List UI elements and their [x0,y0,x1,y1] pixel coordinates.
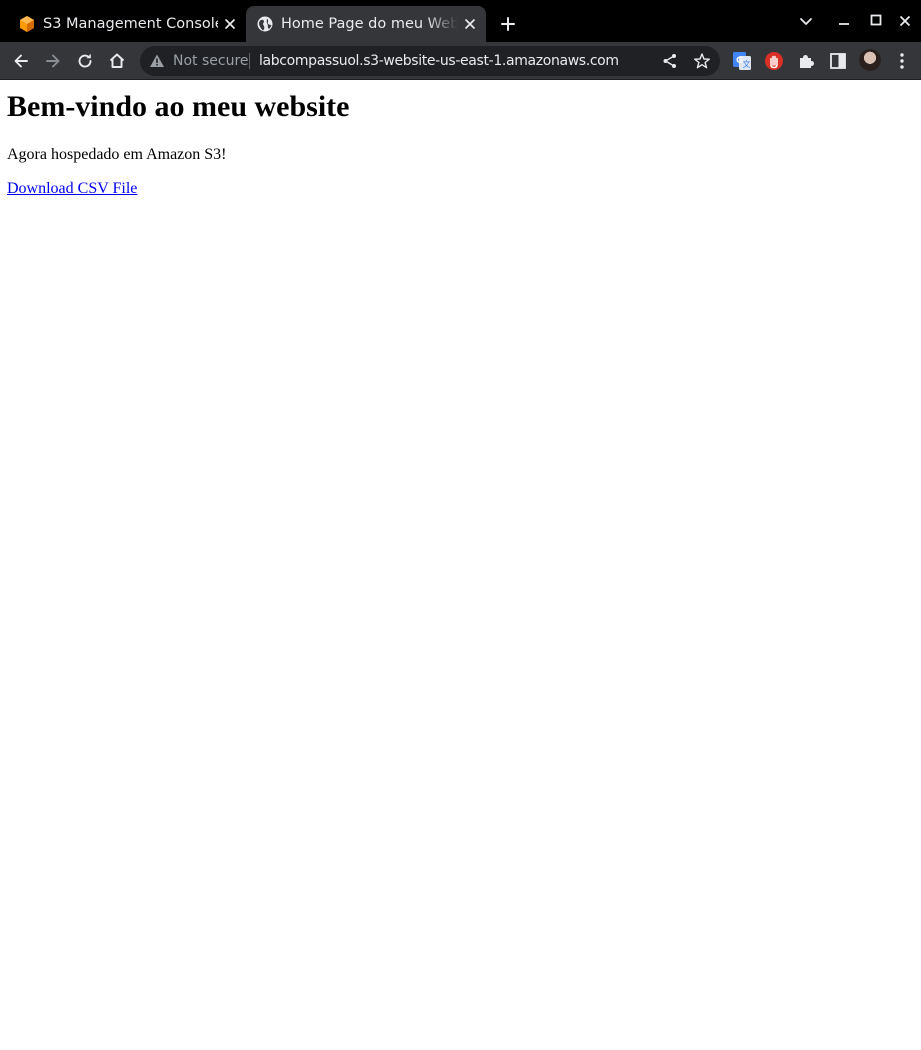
tab-s3-management-console[interactable]: S3 Management Console [8,6,246,42]
globe-icon [257,16,273,32]
forward-arrow-icon[interactable] [43,51,63,71]
warning-triangle-icon[interactable] [149,53,165,69]
tab-title: S3 Management Console [43,16,218,32]
red-hand-extension-icon[interactable] [763,50,785,72]
side-panel-icon[interactable] [827,50,849,72]
page-title: Bem-vindo ao meu website [7,90,350,123]
close-icon[interactable] [462,16,478,32]
tab-home-page[interactable]: Home Page do meu WebSite [246,6,486,42]
close-icon[interactable] [222,16,238,32]
web-page-content: Bem-vindo ao meu website Agora hospedado… [0,80,921,1050]
download-csv-link[interactable]: Download CSV File [7,179,137,199]
browser-toolbar: Not secure labcompassuol.s3-website-us-e… [0,42,921,80]
hosted-message: Agora hospedado em Amazon S3! [7,146,227,163]
star-icon[interactable] [693,52,711,70]
tab-search-chevron-icon[interactable] [798,13,814,29]
share-icon[interactable] [661,52,679,70]
not-secure-label[interactable]: Not secure [173,52,249,70]
minimize-icon[interactable] [836,13,852,29]
tab-title: Home Page do meu WebSite [281,16,458,32]
home-icon[interactable] [107,51,127,71]
puzzle-icon[interactable] [795,50,817,72]
address-bar[interactable]: Not secure labcompassuol.s3-website-us-e… [140,46,720,76]
svg-text:文: 文 [743,59,751,69]
reload-icon[interactable] [75,51,95,71]
avatar[interactable] [859,49,881,71]
browser-tab-strip: S3 Management Console Home Page do meu W… [0,0,921,42]
maximize-icon[interactable] [868,13,884,29]
new-tab-plus-icon[interactable] [499,15,517,33]
window-close-icon[interactable] [897,13,913,29]
kebab-menu-icon[interactable] [891,50,913,72]
google-translate-icon[interactable]: G 文 [731,50,753,72]
omnibox-separator [249,53,250,69]
back-arrow-icon[interactable] [11,51,31,71]
url-text[interactable]: labcompassuol.s3-website-us-east-1.amazo… [259,52,619,70]
aws-s3-cube-icon [20,16,34,32]
